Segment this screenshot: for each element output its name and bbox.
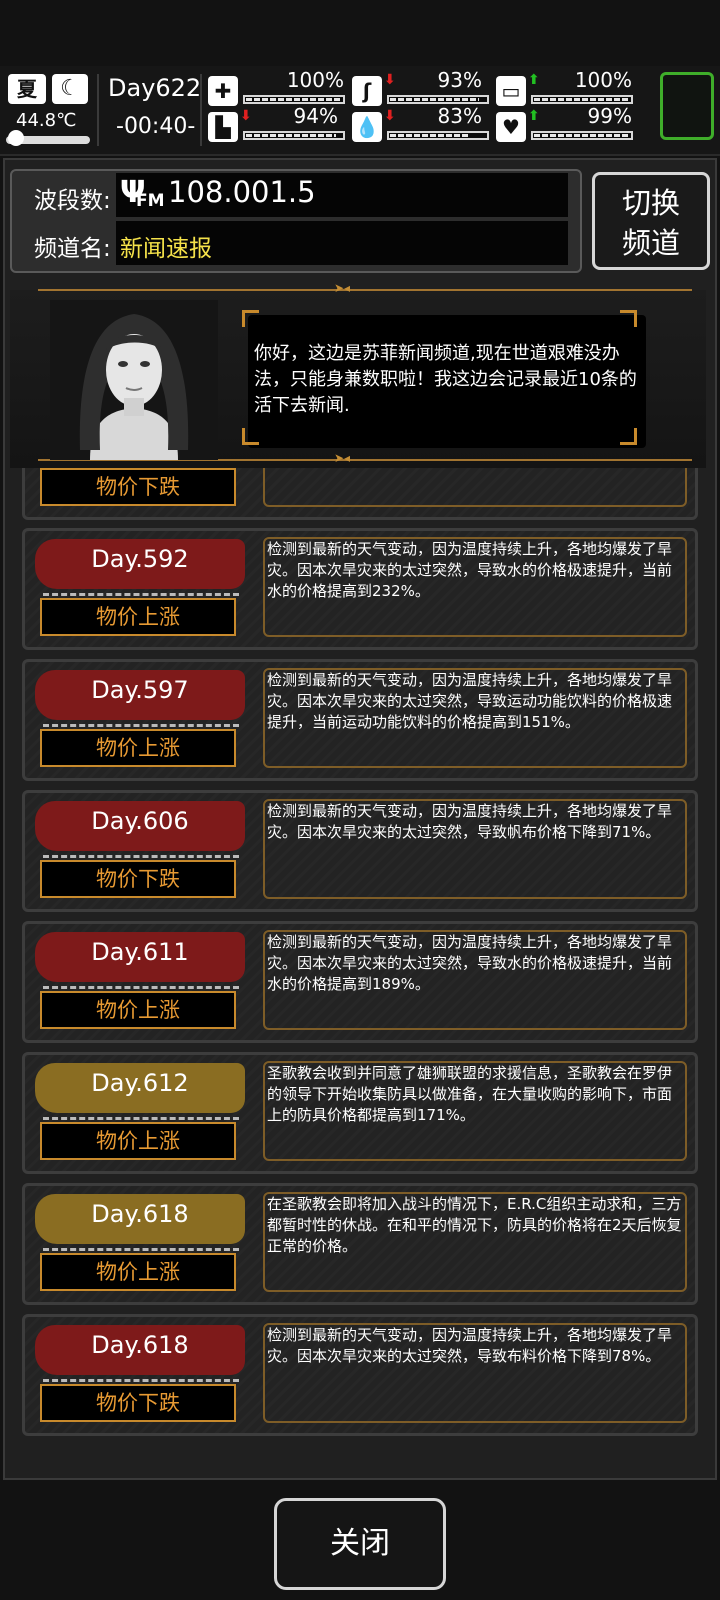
heart-icon: ♥ bbox=[496, 112, 526, 142]
equipment-slot[interactable] bbox=[660, 72, 714, 140]
dashed-divider bbox=[43, 1117, 239, 1120]
stamina-bar bbox=[243, 131, 345, 140]
news-text: 在圣歌教会即将加入战斗的情况下，E.R.C组织主动求和，三方都暂时性的休战。在和… bbox=[267, 1195, 682, 1255]
arrow-up-icon: ⬆ bbox=[528, 108, 540, 124]
radio-tuner: 波段数: Ψ FM 108.001.5 频道名: 新闻速报 bbox=[10, 169, 582, 273]
fm-label: FM bbox=[136, 191, 165, 211]
news-card: Day.612 物价上涨 圣歌教会收到并同意了雄狮联盟的求援信息，圣歌教会在罗伊… bbox=[22, 1052, 698, 1174]
arrow-down-icon: ⬇ bbox=[240, 108, 252, 124]
thirst-bar bbox=[387, 131, 489, 140]
news-text: 检测到最新的天气变动，因为温度持续上升，各地均爆发了旱灾。因本次旱灾来的太过突然… bbox=[267, 802, 673, 841]
bubble-corner bbox=[620, 428, 637, 445]
thirst-percent: 83% bbox=[437, 104, 482, 128]
mood-bar-fill bbox=[534, 134, 630, 137]
bubble-corner bbox=[242, 310, 259, 327]
divider bbox=[97, 74, 99, 146]
price-trend-label: 物价上涨 bbox=[40, 729, 236, 767]
price-trend-label: 物价上涨 bbox=[40, 991, 236, 1029]
ornament-icon: ➤◂ bbox=[334, 451, 351, 465]
anchor-portrait bbox=[50, 300, 218, 460]
status-bar: 夏 ☾ 44.8℃ Day622 -00:40- ✚ 100% ʃ ⬇ 93% … bbox=[0, 66, 720, 156]
price-trend-label: 物价上涨 bbox=[40, 598, 236, 636]
band-label: 波段数: bbox=[34, 188, 111, 214]
hunger-percent: 93% bbox=[437, 68, 482, 92]
news-card: Day.611 物价上涨 检测到最新的天气变动，因为温度持续上升，各地均爆发了旱… bbox=[22, 921, 698, 1043]
dashed-divider bbox=[43, 855, 239, 858]
boot-icon: ▙ bbox=[208, 112, 238, 142]
dashed-divider bbox=[43, 593, 239, 596]
mood-bar bbox=[531, 131, 633, 140]
news-card: Day.592 物价上涨 检测到最新的天气变动，因为温度持续上升，各地均爆发了旱… bbox=[22, 528, 698, 650]
stamina-bar-fill bbox=[246, 134, 337, 137]
news-list[interactable]: 物价下跌 Day.592 物价上涨 检测到最新的天气变动，因为温度持续上升，各地… bbox=[18, 468, 702, 1466]
switch-channel-button[interactable]: 切换 频道 bbox=[592, 172, 710, 270]
ornament-icon: ➤◂ bbox=[334, 281, 351, 295]
hunger-bar bbox=[387, 95, 489, 104]
arrow-up-icon: ⬆ bbox=[528, 72, 540, 88]
dashed-divider bbox=[43, 1379, 239, 1382]
thermometer-icon bbox=[8, 130, 24, 146]
switch-label-line1: 切换 bbox=[621, 186, 680, 220]
channel-label: 频道名: bbox=[34, 236, 111, 262]
water-drop-icon: 💧 bbox=[352, 112, 382, 142]
season-label: 夏 bbox=[17, 77, 37, 101]
thirst-bar-fill bbox=[390, 134, 470, 137]
close-button[interactable]: 关闭 bbox=[274, 1498, 446, 1590]
news-text: 检测到最新的天气变动，因为温度持续上升，各地均爆发了旱灾。因本次旱灾来的太过突然… bbox=[267, 1326, 673, 1365]
price-trend-label: 物价上涨 bbox=[40, 1122, 236, 1160]
arrow-down-icon: ⬇ bbox=[384, 108, 396, 124]
day-counter: Day622 bbox=[108, 74, 202, 102]
hunger-bar-fill bbox=[390, 98, 480, 101]
gold-divider-top bbox=[38, 289, 692, 291]
news-text-frame bbox=[263, 468, 687, 507]
news-day: Day.597 bbox=[91, 676, 189, 704]
news-day: Day.592 bbox=[91, 545, 189, 573]
season-icon: 夏 bbox=[8, 74, 46, 104]
medicine-bar bbox=[531, 95, 633, 104]
channel-name: 新闻速报 bbox=[120, 236, 212, 262]
divider bbox=[200, 74, 202, 146]
price-trend-label: 物价下跌 bbox=[40, 860, 236, 898]
stamina-percent: 94% bbox=[293, 104, 338, 128]
news-card: Day.606 物价下跌 检测到最新的天气变动，因为温度持续上升，各地均爆发了旱… bbox=[22, 790, 698, 912]
news-day: Day.618 bbox=[91, 1331, 189, 1359]
news-day: Day.612 bbox=[91, 1069, 189, 1097]
health-bar bbox=[243, 95, 345, 104]
switch-label-line2: 频道 bbox=[621, 226, 680, 260]
health-percent: 100% bbox=[286, 68, 344, 92]
dashed-divider bbox=[43, 724, 239, 727]
anchor-message: 你好，这边是苏菲新闻频道,现在世道艰难没办法，只能身兼数职啦！我这边会记录最近1… bbox=[254, 343, 637, 416]
bubble-corner bbox=[620, 310, 637, 327]
moon-icon: ☾ bbox=[52, 74, 88, 104]
medicine-bar-fill bbox=[534, 98, 630, 101]
medicine-percent: 100% bbox=[574, 68, 632, 92]
bubble-corner bbox=[242, 428, 259, 445]
health-bar-fill bbox=[246, 98, 342, 101]
temperature-value: 44.8℃ bbox=[16, 110, 77, 131]
medkit-icon: ✚ bbox=[208, 76, 238, 106]
news-text: 检测到最新的天气变动，因为温度持续上升，各地均爆发了旱灾。因本次旱灾来的太过突然… bbox=[267, 933, 673, 993]
news-text: 圣歌教会收到并同意了雄狮联盟的求援信息，圣歌教会在罗伊的领导下开始收集防具以做准… bbox=[267, 1064, 673, 1124]
news-day: Day.606 bbox=[91, 807, 189, 835]
frequency-value: 108.001.5 bbox=[168, 175, 316, 209]
news-text: 检测到最新的天气变动，因为温度持续上升，各地均爆发了旱灾。因本次旱灾来的太过突然… bbox=[267, 671, 673, 731]
news-text: 检测到最新的天气变动，因为温度持续上升，各地均爆发了旱灾。因本次旱灾来的太过突然… bbox=[267, 540, 673, 600]
arrow-down-icon: ⬇ bbox=[384, 72, 396, 88]
price-trend-label: 物价下跌 bbox=[40, 1384, 236, 1422]
price-trend-label: 物价上涨 bbox=[40, 1253, 236, 1291]
news-card: 物价下跌 bbox=[22, 468, 698, 520]
news-day: Day.611 bbox=[91, 938, 189, 966]
news-card: Day.597 物价上涨 检测到最新的天气变动，因为温度持续上升，各地均爆发了旱… bbox=[22, 659, 698, 781]
clock: -00:40- bbox=[116, 114, 196, 139]
stomach-icon: ʃ bbox=[352, 76, 382, 106]
news-card: Day.618 物价上涨 在圣歌教会即将加入战斗的情况下，E.R.C组织主动求和… bbox=[22, 1183, 698, 1305]
news-card: Day.618 物价下跌 检测到最新的天气变动，因为温度持续上升，各地均爆发了旱… bbox=[22, 1314, 698, 1436]
news-day: Day.618 bbox=[91, 1200, 189, 1228]
mood-percent: 99% bbox=[587, 104, 632, 128]
price-trend-label: 物价下跌 bbox=[40, 468, 236, 506]
pill-icon: ▭ bbox=[496, 76, 526, 106]
dashed-divider bbox=[43, 986, 239, 989]
dashed-divider bbox=[43, 1248, 239, 1251]
